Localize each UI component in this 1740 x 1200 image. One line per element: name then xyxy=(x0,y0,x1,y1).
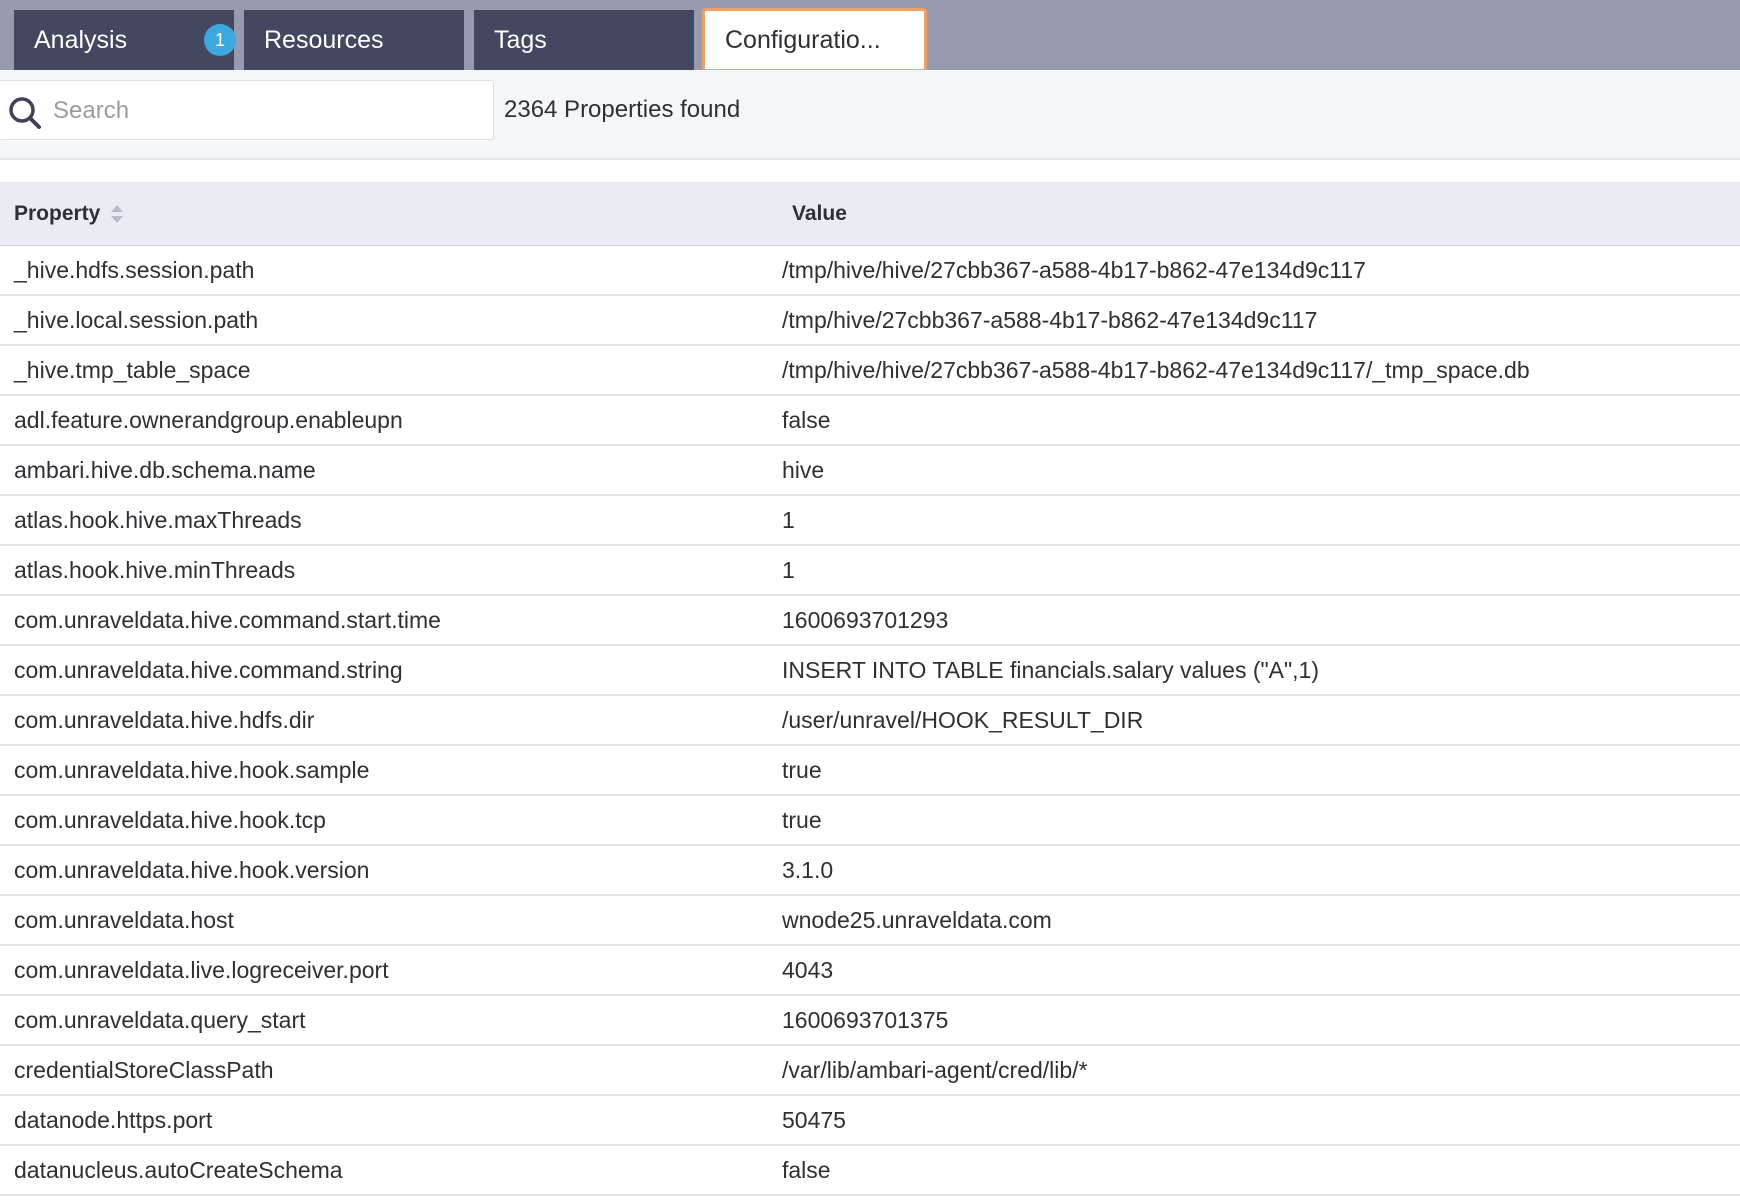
value-cell: /user/unravel/HOOK_RESULT_DIR xyxy=(782,706,1144,733)
value-cell: true xyxy=(782,756,822,783)
table-row[interactable]: com.unraveldata.host wnode25.unraveldata.… xyxy=(0,896,1740,946)
table-row[interactable]: _hive.tmp_table_space/tmp/hive/hive/27cb… xyxy=(0,346,1740,396)
table-row[interactable]: adl.feature.ownerandgroup.enableupn false xyxy=(0,396,1740,446)
property-cell: _hive.hdfs.session.path xyxy=(14,256,255,283)
column-header-property-label: Property xyxy=(14,202,101,225)
property-cell: datanode.https.port xyxy=(14,1106,213,1133)
table-row[interactable]: _hive.local.session.path/tmp/hive/27cbb3… xyxy=(0,296,1740,346)
value-cell: 50475 xyxy=(782,1106,846,1133)
table-header: Property Value xyxy=(0,182,1740,246)
search-box[interactable] xyxy=(0,80,494,140)
search-input[interactable] xyxy=(53,89,483,133)
value-cell: 1 xyxy=(782,506,795,533)
tab-configuration[interactable]: Configuratio... xyxy=(702,8,927,72)
property-cell: datanucleus.autoCreateSchema xyxy=(14,1156,343,1183)
sort-icon xyxy=(111,205,124,223)
tab-analysis[interactable]: Analysis 1 xyxy=(14,10,236,70)
property-cell: com.unraveldata.hive.command.start.time xyxy=(14,606,441,633)
value-cell: true xyxy=(782,806,822,833)
property-cell: atlas.hook.hive.minThreads xyxy=(14,556,296,583)
tab-tags-label: Tags xyxy=(494,25,547,54)
table-row[interactable]: com.unraveldata.query_start 1600693701375 xyxy=(0,996,1740,1046)
value-cell: 1600693701375 xyxy=(782,1006,949,1033)
tab-configuration-label: Configuratio... xyxy=(725,25,881,54)
tab-analysis-label: Analysis xyxy=(34,25,128,54)
tab-analysis-badge: 1 xyxy=(204,24,236,56)
property-cell: com.unraveldata.hive.hook.tcp xyxy=(14,806,326,833)
property-cell: adl.feature.ownerandgroup.enableupn xyxy=(14,406,403,433)
table-row[interactable]: com.unraveldata.hive.hdfs.dir/user/unrav… xyxy=(0,696,1740,746)
property-cell: com.unraveldata.hive.hdfs.dir xyxy=(14,706,315,733)
table-row[interactable]: _hive.hdfs.session.path/tmp/hive/hive/27… xyxy=(0,246,1740,296)
search-icon xyxy=(9,97,41,129)
property-cell: _hive.local.session.path xyxy=(14,306,259,333)
value-cell: wnode25.unraveldata.com xyxy=(782,906,1052,933)
column-header-property[interactable]: Property xyxy=(14,182,124,246)
tab-resources-label: Resources xyxy=(264,25,384,54)
table-row[interactable]: atlas.hook.hive.minThreads 1 xyxy=(0,546,1740,596)
results-count: 2364 Properties found xyxy=(504,96,741,123)
column-header-value: Value xyxy=(792,202,847,225)
table-row[interactable]: datanode.https.port 50475 xyxy=(0,1096,1740,1146)
property-cell: com.unraveldata.hive.hook.sample xyxy=(14,756,370,783)
value-cell: false xyxy=(782,406,831,433)
value-cell: false xyxy=(782,1156,831,1183)
value-cell: INSERT INTO TABLE financials.salary valu… xyxy=(782,656,1320,683)
property-cell: com.unraveldata.hive.hook.version xyxy=(14,856,370,883)
value-cell: /tmp/hive/hive/27cbb367-a588-4b17-b862-4… xyxy=(782,256,1366,283)
table-row[interactable]: com.unraveldata.live.logreceiver.port 404… xyxy=(0,946,1740,996)
value-cell: hive xyxy=(782,456,825,483)
value-cell: /tmp/hive/27cbb367-a588-4b17-b862-47e134… xyxy=(782,306,1318,333)
table-row[interactable]: com.unraveldata.hive.command.string INSER… xyxy=(0,646,1740,696)
table-row[interactable]: com.unraveldata.hive.command.start.time 1… xyxy=(0,596,1740,646)
property-cell: com.unraveldata.live.logreceiver.port xyxy=(14,956,389,983)
table-row[interactable]: com.unraveldata.hive.hook.sample true xyxy=(0,746,1740,796)
property-cell: credentialStoreClassPath xyxy=(14,1056,274,1083)
table-row[interactable]: credentialStoreClassPath/var/lib/ambari-… xyxy=(0,1046,1740,1096)
table-row[interactable]: ambari.hive.db.schema.name hive xyxy=(0,446,1740,496)
value-cell: /tmp/hive/hive/27cbb367-a588-4b17-b862-4… xyxy=(782,356,1530,383)
table-row[interactable]: com.unraveldata.hive.hook.version 3.1.0 xyxy=(0,846,1740,896)
property-cell: _hive.tmp_table_space xyxy=(14,356,251,383)
value-cell: /var/lib/ambari-agent/cred/lib/* xyxy=(782,1056,1088,1083)
tab-bar: Analysis 1 Resources Tags Configuratio..… xyxy=(0,0,1740,72)
value-cell: 1 xyxy=(782,556,795,583)
property-cell: atlas.hook.hive.maxThreads xyxy=(14,506,302,533)
property-cell: ambari.hive.db.schema.name xyxy=(14,456,316,483)
toolbar: 2364 Properties found xyxy=(0,70,1740,160)
value-cell: 3.1.0 xyxy=(782,856,834,883)
value-cell: 1600693701293 xyxy=(782,606,949,633)
table-row[interactable]: datanucleus.autoCreateSchema false xyxy=(0,1146,1740,1196)
tab-tags[interactable]: Tags xyxy=(474,10,694,70)
property-cell: com.unraveldata.query_start xyxy=(14,1006,306,1033)
value-cell: 4043 xyxy=(782,956,834,983)
tab-resources[interactable]: Resources xyxy=(244,10,464,70)
properties-table: _hive.hdfs.session.path/tmp/hive/hive/27… xyxy=(0,246,1740,1196)
property-cell: com.unraveldata.host xyxy=(14,906,234,933)
table-row[interactable]: atlas.hook.hive.maxThreads 1 xyxy=(0,496,1740,546)
table-row[interactable]: com.unraveldata.hive.hook.tcp true xyxy=(0,796,1740,846)
property-cell: com.unraveldata.hive.command.string xyxy=(14,656,403,683)
